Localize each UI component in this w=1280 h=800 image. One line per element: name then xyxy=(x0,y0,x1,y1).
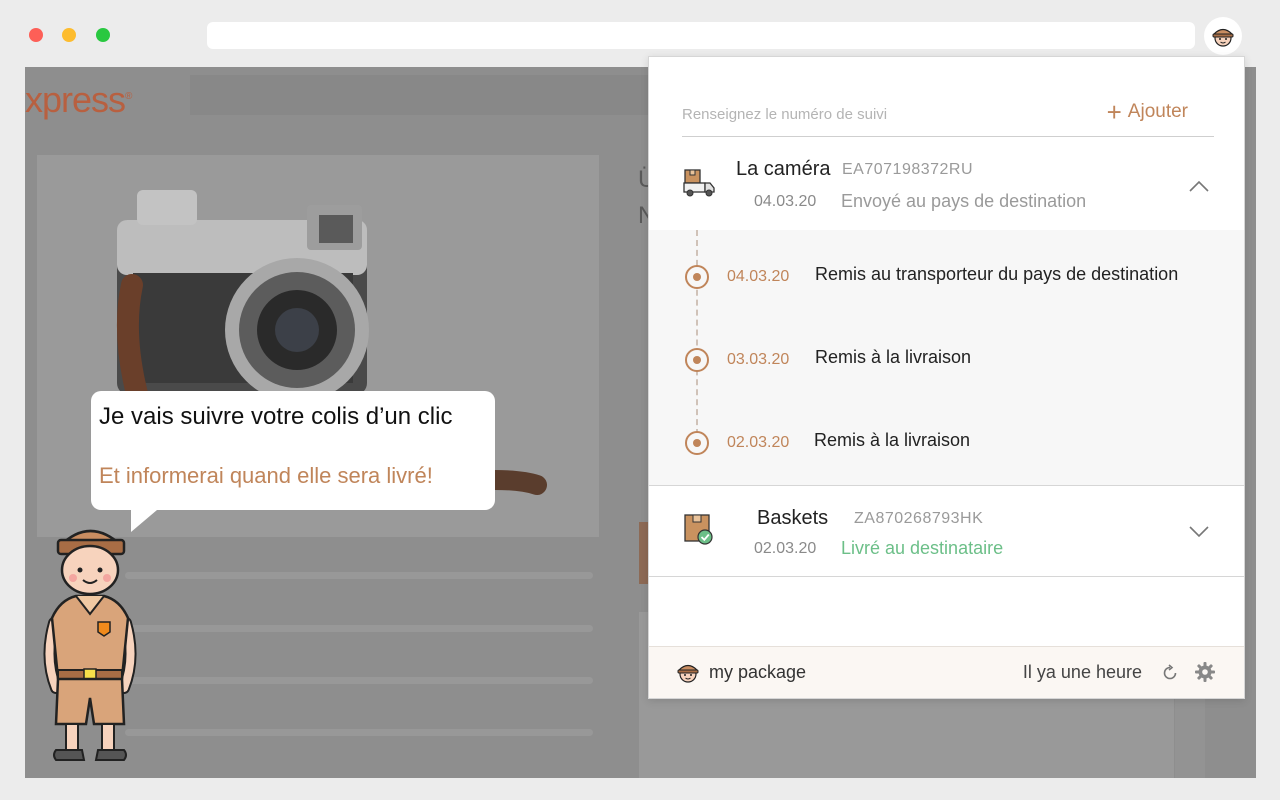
timeline-event: 02.03.20 Remis à la livraison xyxy=(649,428,1244,458)
extension-button[interactable] xyxy=(1204,17,1242,55)
package-tracking-code: EA707198372RU xyxy=(842,161,974,178)
package-tracking-code: ZA870268793HK xyxy=(854,510,984,527)
store-logo: xpress® xyxy=(25,79,132,120)
text-line-ghost xyxy=(125,572,593,579)
chevron-down-icon[interactable] xyxy=(1188,525,1210,539)
package-date: 04.03.20 xyxy=(754,193,817,210)
event-date: 04.03.20 xyxy=(727,268,790,285)
delivered-box-icon xyxy=(684,514,713,545)
courier-avatar-icon xyxy=(677,664,699,683)
event-date: 02.03.20 xyxy=(727,434,790,451)
package-date: 02.03.20 xyxy=(754,540,817,557)
package-status: Livré au destinataire xyxy=(841,538,1004,558)
event-date: 03.03.20 xyxy=(727,351,790,368)
chevron-up-icon[interactable] xyxy=(1188,179,1210,193)
timeline-event: 03.03.20 Remis à la livraison xyxy=(649,345,1244,375)
timeline-node-icon xyxy=(685,348,709,372)
package-name: Baskets xyxy=(757,507,829,529)
event-text: Remis à la livraison xyxy=(815,347,972,367)
refresh-icon[interactable] xyxy=(1160,663,1180,683)
plus-icon: + xyxy=(1106,97,1122,127)
speech-bubble: Je vais suivre votre colis d’un clic Et … xyxy=(91,391,495,532)
delivery-truck-icon xyxy=(683,169,715,197)
tracking-input-row: + Ajouter xyxy=(682,95,1214,137)
text-line-ghost xyxy=(125,677,593,684)
gear-icon[interactable] xyxy=(1194,661,1216,683)
courier-mascot-icon xyxy=(43,529,137,761)
timeline-event: 04.03.20 Remis au transporteur du pays d… xyxy=(649,262,1244,292)
package-name: La caméra xyxy=(736,158,831,180)
timeline-node-icon xyxy=(685,265,709,289)
text-line-ghost xyxy=(125,729,593,736)
tracking-number-input[interactable] xyxy=(682,101,1062,127)
timeline-node-icon xyxy=(685,431,709,455)
store-search-bar xyxy=(190,75,660,115)
brand: my package xyxy=(675,659,806,685)
add-button[interactable]: + Ajouter xyxy=(1107,99,1188,125)
maximize-window-button[interactable] xyxy=(96,28,110,42)
event-text: Remis au transporteur du pays de destina… xyxy=(815,264,1179,284)
add-button-label: Ajouter xyxy=(1127,101,1188,122)
brand-name: my package xyxy=(709,661,807,682)
bubble-title: Je vais suivre votre colis d’un clic xyxy=(99,403,453,430)
text-line-ghost xyxy=(125,625,593,632)
close-window-button[interactable] xyxy=(29,28,43,42)
tracking-timeline: 04.03.20 Remis au transporteur du pays d… xyxy=(649,230,1244,485)
event-text: Remis à la livraison xyxy=(814,430,971,450)
bubble-subtitle: Et informerai quand elle sera livré! xyxy=(99,463,433,488)
minimize-window-button[interactable] xyxy=(62,28,76,42)
last-updated-text: Il ya une heure xyxy=(1022,662,1142,682)
package-item[interactable]: Baskets ZA870268793HK 02.03.20 Livré au … xyxy=(649,485,1244,577)
tracking-popup: + Ajouter La caméra EA707198372RU 04.03.… xyxy=(648,56,1245,699)
address-bar[interactable] xyxy=(207,22,1195,49)
courier-avatar-icon xyxy=(1212,28,1234,47)
popup-footer: my package Il ya une heure xyxy=(649,646,1244,698)
package-status: Envoyé au pays de destination xyxy=(841,191,1087,211)
package-item[interactable]: La caméra EA707198372RU 04.03.20 Envoyé … xyxy=(649,147,1244,230)
